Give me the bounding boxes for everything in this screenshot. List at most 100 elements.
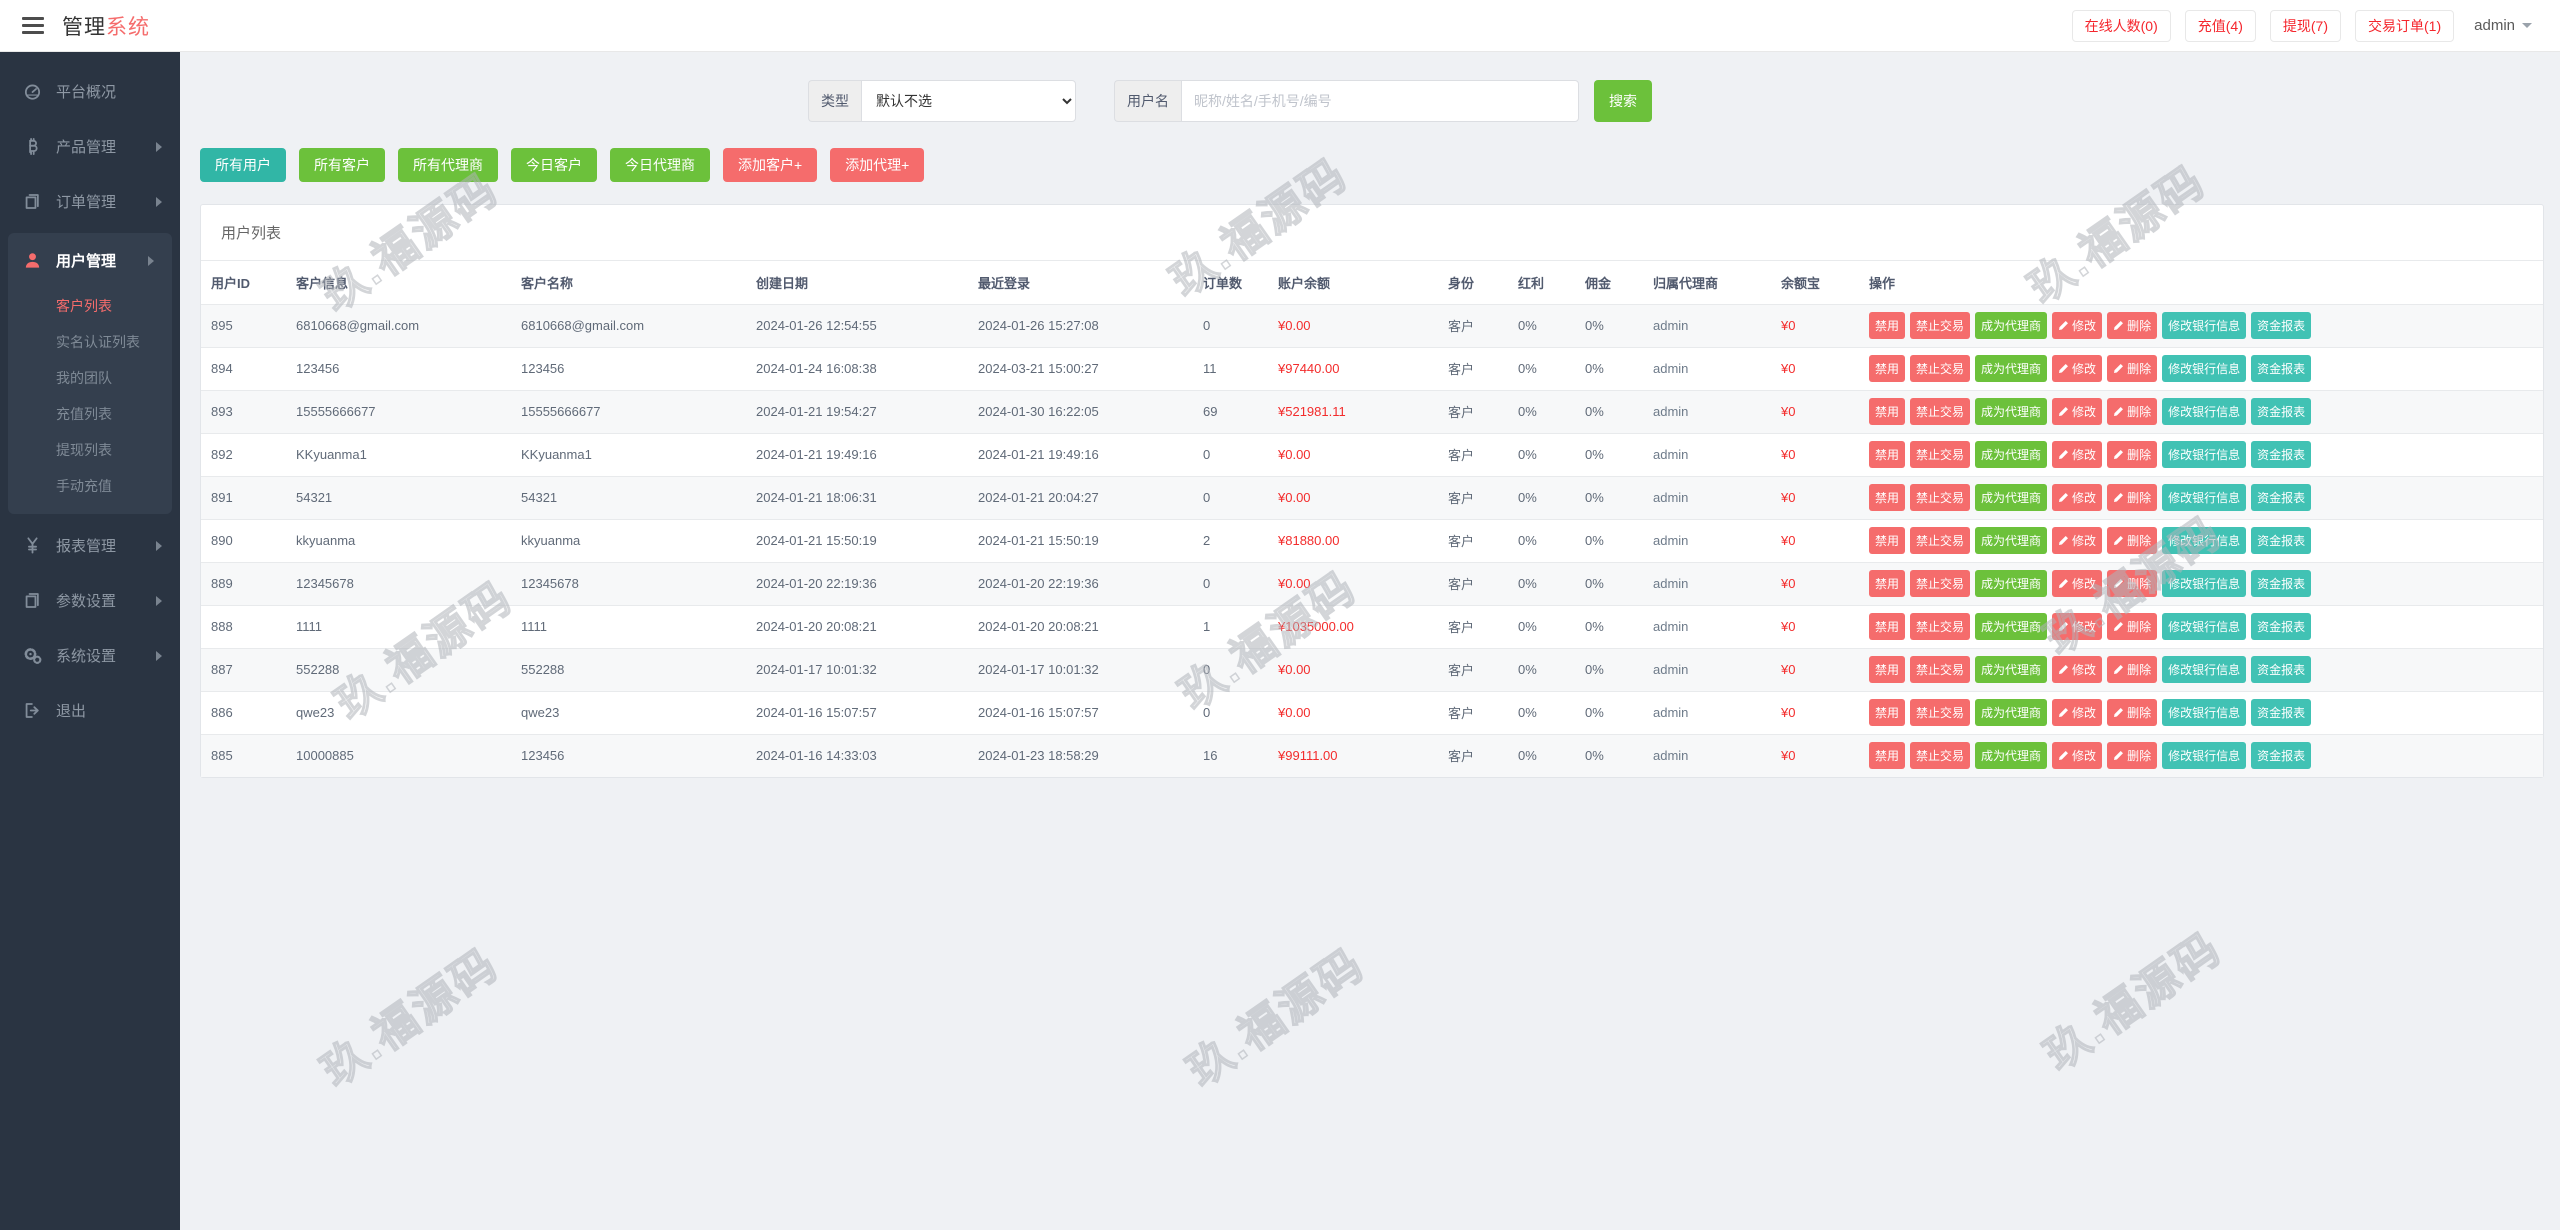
sidebar-subitem[interactable]: 提现列表 [8, 432, 172, 468]
row-action-button[interactable]: 禁止交易 [1910, 699, 1970, 726]
row-action-button[interactable]: 成为代理商 [1975, 484, 2047, 511]
row-action-button[interactable]: 修改银行信息 [2162, 656, 2246, 683]
menu-toggle-icon[interactable] [22, 13, 44, 38]
row-action-button[interactable]: 成为代理商 [1975, 613, 2047, 640]
row-action-button[interactable]: 修改银行信息 [2162, 742, 2246, 769]
row-action-button[interactable]: 修改 [2052, 484, 2102, 511]
row-action-button[interactable]: 成为代理商 [1975, 656, 2047, 683]
toolbar-button[interactable]: 所有用户 [200, 148, 286, 182]
sidebar-subitem[interactable]: 我的团队 [8, 360, 172, 396]
sidebar-subitem[interactable]: 客户列表 [8, 288, 172, 324]
row-action-button[interactable]: 禁用 [1869, 312, 1905, 339]
row-action-button[interactable]: 修改 [2052, 355, 2102, 382]
row-action-button[interactable]: 删除 [2107, 398, 2157, 425]
row-action-button[interactable]: 修改 [2052, 527, 2102, 554]
header-link[interactable]: 提现(7) [2270, 10, 2341, 42]
sidebar-item[interactable]: 产品管理 [0, 119, 180, 174]
row-action-button[interactable]: 修改银行信息 [2162, 312, 2246, 339]
row-action-button[interactable]: 修改银行信息 [2162, 484, 2246, 511]
row-action-button[interactable]: 资金报表 [2251, 742, 2311, 769]
row-action-button[interactable]: 禁用 [1869, 398, 1905, 425]
row-action-button[interactable]: 资金报表 [2251, 355, 2311, 382]
row-action-button[interactable]: 修改 [2052, 742, 2102, 769]
sidebar-subitem[interactable]: 手动充值 [8, 468, 172, 504]
row-action-button[interactable]: 资金报表 [2251, 699, 2311, 726]
sidebar-item[interactable]: 系统设置 [0, 628, 180, 683]
toolbar-button[interactable]: 今日客户 [511, 148, 597, 182]
row-action-button[interactable]: 成为代理商 [1975, 742, 2047, 769]
row-action-button[interactable]: 禁用 [1869, 570, 1905, 597]
row-action-button[interactable]: 修改 [2052, 656, 2102, 683]
row-action-button[interactable]: 成为代理商 [1975, 441, 2047, 468]
sidebar-item[interactable]: 退出 [0, 683, 180, 738]
row-action-button[interactable]: 禁用 [1869, 613, 1905, 640]
toolbar-button[interactable]: 添加代理+ [830, 148, 924, 182]
row-action-button[interactable]: 禁用 [1869, 484, 1905, 511]
row-action-button[interactable]: 删除 [2107, 441, 2157, 468]
row-action-button[interactable]: 删除 [2107, 613, 2157, 640]
row-action-button[interactable]: 修改 [2052, 398, 2102, 425]
row-action-button[interactable]: 删除 [2107, 484, 2157, 511]
row-action-button[interactable]: 禁止交易 [1910, 527, 1970, 554]
row-action-button[interactable]: 禁止交易 [1910, 570, 1970, 597]
row-action-button[interactable]: 禁止交易 [1910, 613, 1970, 640]
row-action-button[interactable]: 删除 [2107, 312, 2157, 339]
row-action-button[interactable]: 修改 [2052, 441, 2102, 468]
sidebar-subitem[interactable]: 充值列表 [8, 396, 172, 432]
toolbar-button[interactable]: 所有客户 [299, 148, 385, 182]
row-action-button[interactable]: 资金报表 [2251, 312, 2311, 339]
row-action-button[interactable]: 修改银行信息 [2162, 613, 2246, 640]
row-action-button[interactable]: 禁用 [1869, 441, 1905, 468]
row-action-button[interactable]: 禁止交易 [1910, 441, 1970, 468]
row-action-button[interactable]: 资金报表 [2251, 398, 2311, 425]
row-action-button[interactable]: 修改 [2052, 613, 2102, 640]
row-action-button[interactable]: 成为代理商 [1975, 527, 2047, 554]
row-action-button[interactable]: 删除 [2107, 355, 2157, 382]
row-action-button[interactable]: 禁用 [1869, 656, 1905, 683]
toolbar-button[interactable]: 今日代理商 [610, 148, 710, 182]
row-action-button[interactable]: 禁用 [1869, 699, 1905, 726]
row-action-button[interactable]: 成为代理商 [1975, 312, 2047, 339]
row-action-button[interactable]: 资金报表 [2251, 613, 2311, 640]
sidebar-item[interactable]: 报表管理 [0, 518, 180, 573]
username-input[interactable] [1181, 80, 1579, 122]
toolbar-button[interactable]: 添加客户+ [723, 148, 817, 182]
row-action-button[interactable]: 资金报表 [2251, 570, 2311, 597]
row-action-button[interactable]: 禁止交易 [1910, 742, 1970, 769]
sidebar-subitem[interactable]: 实名认证列表 [8, 324, 172, 360]
row-action-button[interactable]: 修改银行信息 [2162, 441, 2246, 468]
row-action-button[interactable]: 修改 [2052, 699, 2102, 726]
row-action-button[interactable]: 删除 [2107, 527, 2157, 554]
row-action-button[interactable]: 修改银行信息 [2162, 398, 2246, 425]
row-action-button[interactable]: 修改银行信息 [2162, 527, 2246, 554]
row-action-button[interactable]: 禁止交易 [1910, 355, 1970, 382]
header-link[interactable]: 交易订单(1) [2355, 10, 2454, 42]
row-action-button[interactable]: 修改 [2052, 570, 2102, 597]
row-action-button[interactable]: 资金报表 [2251, 441, 2311, 468]
row-action-button[interactable]: 成为代理商 [1975, 398, 2047, 425]
row-action-button[interactable]: 资金报表 [2251, 484, 2311, 511]
row-action-button[interactable]: 删除 [2107, 742, 2157, 769]
row-action-button[interactable]: 禁止交易 [1910, 656, 1970, 683]
row-action-button[interactable]: 删除 [2107, 699, 2157, 726]
row-action-button[interactable]: 成为代理商 [1975, 355, 2047, 382]
user-menu[interactable]: admin [2468, 17, 2538, 34]
row-action-button[interactable]: 资金报表 [2251, 656, 2311, 683]
row-action-button[interactable]: 修改银行信息 [2162, 570, 2246, 597]
type-select[interactable]: 默认不选 [861, 80, 1076, 122]
row-action-button[interactable]: 资金报表 [2251, 527, 2311, 554]
row-action-button[interactable]: 禁用 [1869, 742, 1905, 769]
row-action-button[interactable]: 删除 [2107, 656, 2157, 683]
row-action-button[interactable]: 禁用 [1869, 355, 1905, 382]
header-link[interactable]: 在线人数(0) [2072, 10, 2171, 42]
row-action-button[interactable]: 禁止交易 [1910, 484, 1970, 511]
row-action-button[interactable]: 修改 [2052, 312, 2102, 339]
header-link[interactable]: 充值(4) [2185, 10, 2256, 42]
toolbar-button[interactable]: 所有代理商 [398, 148, 498, 182]
row-action-button[interactable]: 删除 [2107, 570, 2157, 597]
row-action-button[interactable]: 禁用 [1869, 527, 1905, 554]
row-action-button[interactable]: 修改银行信息 [2162, 699, 2246, 726]
row-action-button[interactable]: 禁止交易 [1910, 398, 1970, 425]
search-button[interactable]: 搜索 [1594, 80, 1652, 122]
row-action-button[interactable]: 成为代理商 [1975, 699, 2047, 726]
